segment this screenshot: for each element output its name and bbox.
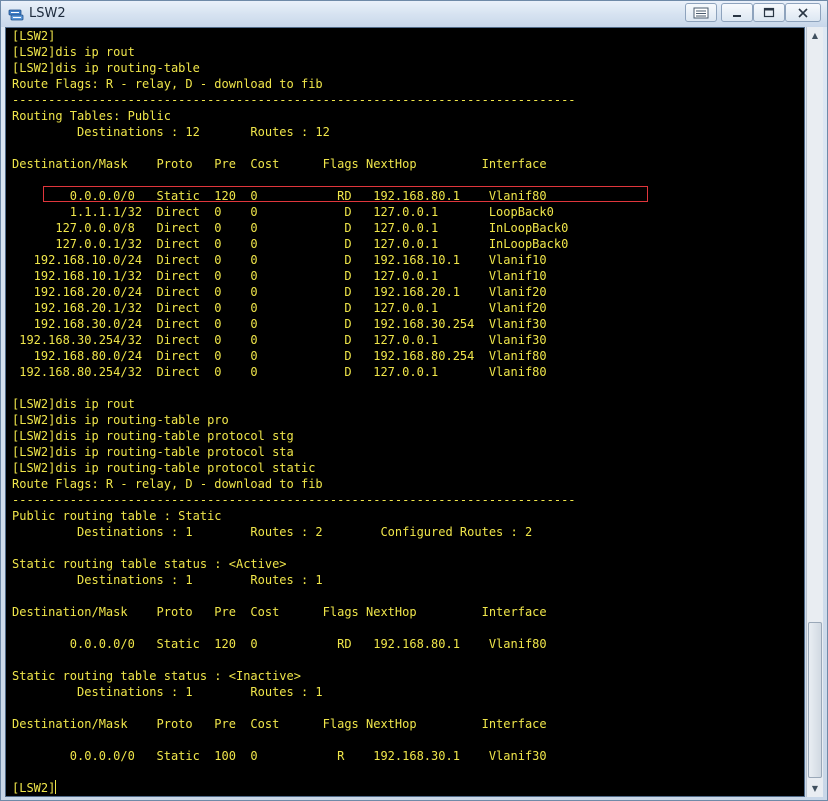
minimize-icon: [733, 14, 741, 17]
close-button[interactable]: [785, 3, 821, 22]
terminal-output[interactable]: [LSW2] [LSW2]dis ip rout [LSW2]dis ip ro…: [5, 27, 805, 797]
terminal-line: Destinations : 1 Routes : 1: [12, 573, 323, 587]
terminal-line: 127.0.0.0/8 Direct 0 0 D 127.0.0.1 InLoo…: [12, 221, 569, 235]
title-bar[interactable]: LSW2: [1, 1, 827, 27]
terminal-line: Destination/Mask Proto Pre Cost Flags Ne…: [12, 157, 547, 171]
close-icon: [798, 7, 808, 18]
minimize-button[interactable]: [721, 3, 753, 22]
terminal-line: 127.0.0.1/32 Direct 0 0 D 127.0.0.1 InLo…: [12, 237, 569, 251]
switch-icon: [8, 9, 24, 21]
terminal-line: 192.168.10.0/24 Direct 0 0 D 192.168.10.…: [12, 253, 547, 267]
terminal-line: [LSW2]dis ip routing-table protocol sta: [12, 445, 294, 459]
terminal-line: Destinations : 1 Routes : 2 Configured R…: [12, 525, 533, 539]
terminal-text: [LSW2] [LSW2]dis ip rout [LSW2]dis ip ro…: [6, 28, 804, 796]
terminal-line: 0.0.0.0/0 Static 120 0 RD 192.168.80.1 V…: [12, 637, 547, 651]
scroll-down-icon[interactable]: ▼: [807, 780, 823, 797]
terminal-line: 0.0.0.0/0 Static 100 0 R 192.168.30.1 Vl…: [12, 749, 547, 763]
terminal-line: [LSW2]dis ip routing-table protocol stg: [12, 429, 294, 443]
terminal-line: [LSW2]dis ip rout: [12, 397, 135, 411]
terminal-line: 192.168.20.0/24 Direct 0 0 D 192.168.20.…: [12, 285, 547, 299]
terminal-line: 192.168.80.0/24 Direct 0 0 D 192.168.80.…: [12, 349, 547, 363]
maximize-button[interactable]: [753, 3, 785, 22]
terminal-line: [LSW2]dis ip routing-table: [12, 61, 200, 75]
terminal-line: Route Flags: R - relay, D - download to …: [12, 77, 323, 91]
scroll-thumb[interactable]: [808, 622, 822, 778]
text-cursor: [55, 780, 57, 794]
terminal-line: 192.168.10.1/32 Direct 0 0 D 127.0.0.1 V…: [12, 269, 547, 283]
terminal-line: Static routing table status : <Active>: [12, 557, 287, 571]
terminal-line: Destinations : 1 Routes : 1: [12, 685, 323, 699]
command-prompt[interactable]: [LSW2]: [12, 781, 55, 795]
terminal-line: ----------------------------------------…: [12, 93, 576, 107]
terminal-line: [LSW2]dis ip routing-table pro: [12, 413, 229, 427]
terminal-line: 1.1.1.1/32 Direct 0 0 D 127.0.0.1 LoopBa…: [12, 205, 554, 219]
window-title: LSW2: [29, 6, 66, 21]
terminal-line: 192.168.20.1/32 Direct 0 0 D 127.0.0.1 V…: [12, 301, 547, 315]
terminal-line: Public routing table : Static: [12, 509, 222, 523]
terminal-line: Destination/Mask Proto Pre Cost Flags Ne…: [12, 605, 547, 619]
terminal-line: ----------------------------------------…: [12, 493, 576, 507]
terminal-line: [LSW2]dis ip rout: [12, 45, 135, 59]
terminal-line: 192.168.30.254/32 Direct 0 0 D 127.0.0.1…: [12, 333, 547, 347]
terminal-line: [LSW2]: [12, 29, 56, 43]
restore-icon: [693, 7, 709, 18]
terminal-window: LSW2 [LSW2] [LSW2]dis ip rout [LSW2]dis …: [0, 0, 828, 801]
terminal-line: 192.168.80.254/32 Direct 0 0 D 127.0.0.1…: [12, 365, 547, 379]
terminal-line: Destinations : 12 Routes : 12: [12, 125, 330, 139]
restore-button[interactable]: [685, 3, 717, 22]
terminal-line: Routing Tables: Public: [12, 109, 171, 123]
vertical-scrollbar[interactable]: ▲ ▼: [806, 27, 823, 797]
maximize-icon: [763, 7, 775, 17]
terminal-line: Route Flags: R - relay, D - download to …: [12, 477, 323, 491]
terminal-line: [LSW2]dis ip routing-table protocol stat…: [12, 461, 316, 475]
scroll-up-icon[interactable]: ▲: [807, 27, 823, 44]
terminal-line: Destination/Mask Proto Pre Cost Flags Ne…: [12, 717, 547, 731]
terminal-line: Static routing table status : <Inactive>: [12, 669, 301, 683]
terminal-line: 192.168.30.0/24 Direct 0 0 D 192.168.30.…: [12, 317, 547, 331]
highlight-box-default-route: [43, 186, 648, 202]
